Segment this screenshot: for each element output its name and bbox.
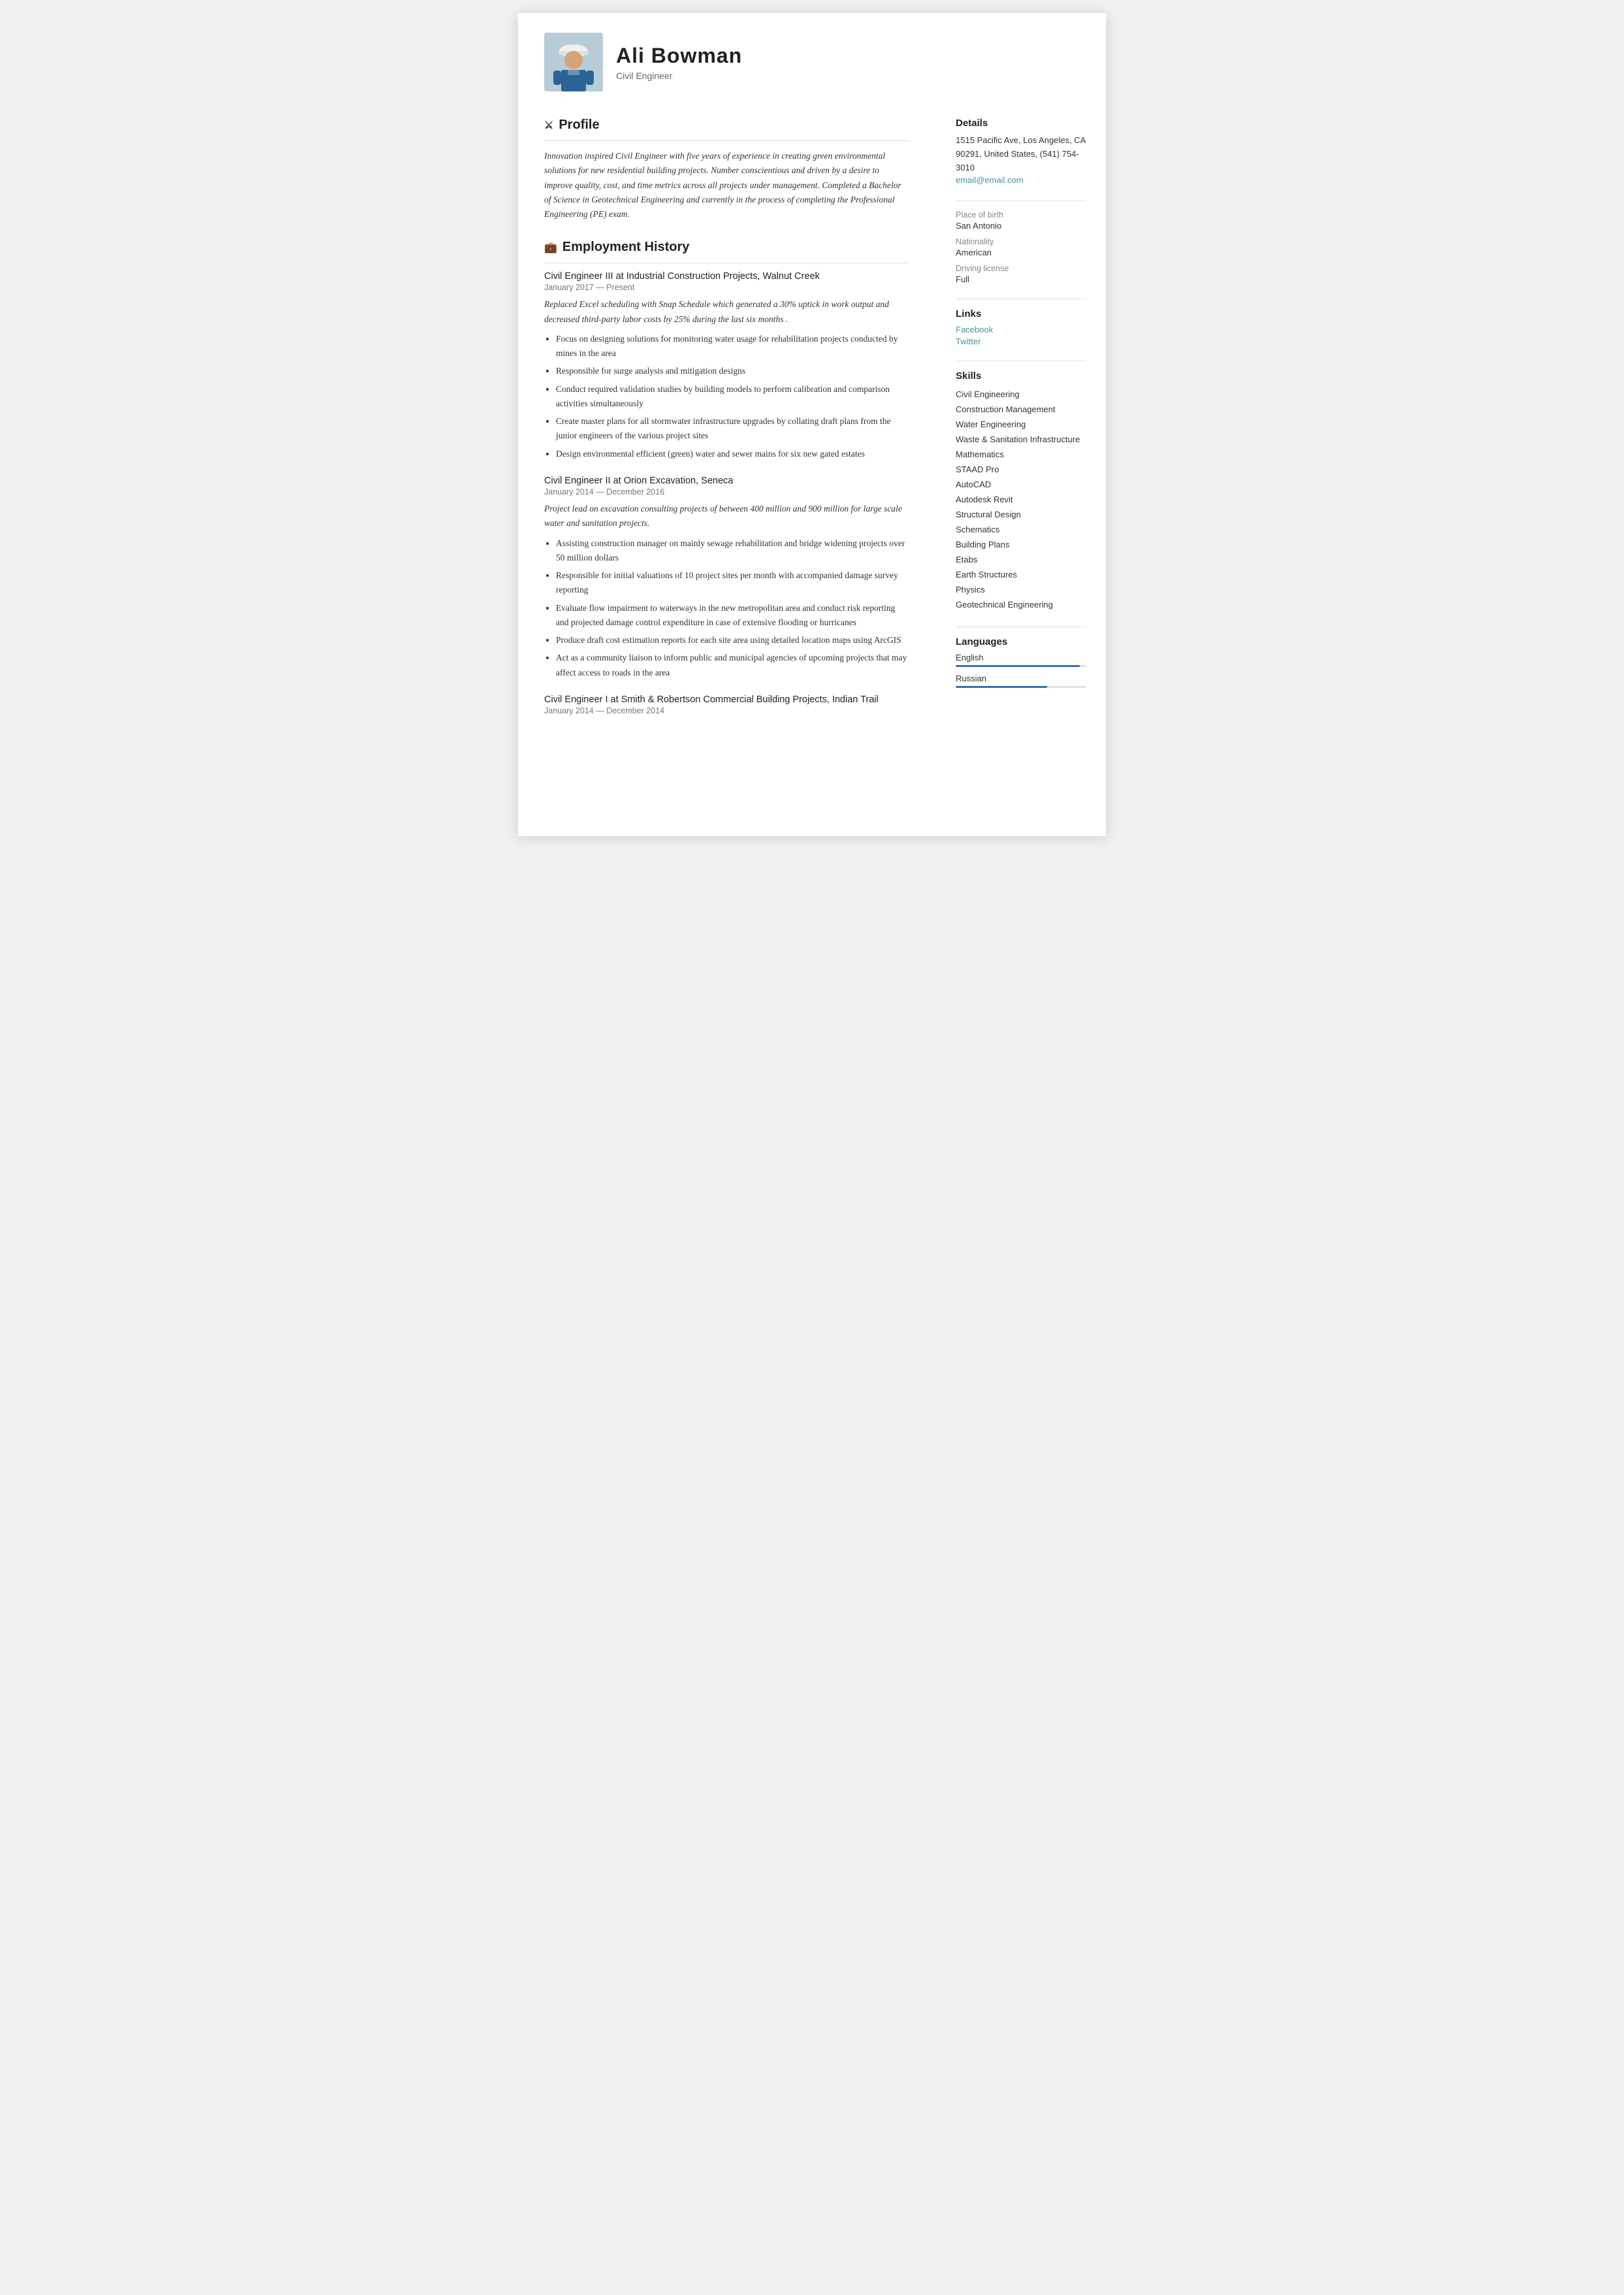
driving-label: Driving license [956, 264, 1086, 273]
links-section: Links Facebook Twitter [956, 308, 1086, 346]
list-item: Responsible for surge analysis and mitig… [556, 364, 910, 378]
list-item: Focus on designing solutions for monitor… [556, 332, 910, 361]
links-title: Links [956, 308, 1086, 319]
list-item: Evaluate flow impairment to waterways in… [556, 601, 910, 630]
resume-container: Ali Bowman Civil Engineer ⚔ Profile Inno… [518, 13, 1106, 836]
nationality-label: Nationality [956, 237, 1086, 246]
birth-value: San Antonio [956, 221, 1086, 231]
avatar [544, 33, 603, 91]
details-section: Details 1515 Pacific Ave, Los Angeles, C… [956, 118, 1086, 186]
birth-label: Place of birth [956, 210, 1086, 220]
list-item: Responsible for initial valuations of 10… [556, 568, 910, 598]
job-3-dates: January 2014 — December 2014 [544, 706, 910, 715]
skill-item: STAAD Pro [956, 462, 1086, 477]
job-1-dates: January 2017 — Present [544, 283, 910, 292]
languages-section: Languages English Russian [956, 636, 1086, 688]
job-2: Civil Engineer II at Orion Excavation, S… [544, 476, 910, 680]
skill-item: Building Plans [956, 537, 1086, 552]
details-address: 1515 Pacific Ave, Los Angeles, CA 90291,… [956, 134, 1086, 174]
twitter-link[interactable]: Twitter [956, 336, 1086, 346]
skill-item: Etabs [956, 552, 1086, 567]
skill-item: Physics [956, 582, 1086, 597]
candidate-title: Civil Engineer [616, 71, 742, 81]
job-1-title: Civil Engineer III at Industrial Constru… [544, 271, 910, 282]
job-1: Civil Engineer III at Industrial Constru… [544, 271, 910, 461]
job-2-desc: Project lead on excavation consulting pr… [544, 502, 910, 531]
language-russian-name: Russian [956, 674, 1086, 683]
language-russian-bar [956, 686, 1086, 688]
profile-title: ⚔ Profile [544, 118, 910, 133]
left-column: ⚔ Profile Innovation inspired Civil Engi… [518, 105, 936, 836]
skill-item: Construction Management [956, 402, 1086, 417]
list-item: Produce draft cost estimation reports fo… [556, 633, 910, 647]
candidate-name: Ali Bowman [616, 44, 742, 68]
skill-item: Water Engineering [956, 417, 1086, 432]
skill-item: Mathematics [956, 447, 1086, 462]
skill-item: Autodesk Revit [956, 492, 1086, 507]
employment-section: 💼 Employment History Civil Engineer III … [544, 240, 910, 715]
list-item: Assisting construction manager on mainly… [556, 536, 910, 566]
employment-icon: 💼 [544, 241, 557, 254]
skill-item: Schematics [956, 522, 1086, 537]
skills-title: Skills [956, 370, 1086, 382]
driving-value: Full [956, 274, 1086, 284]
main-content: ⚔ Profile Innovation inspired Civil Engi… [518, 105, 1106, 836]
header: Ali Bowman Civil Engineer [518, 13, 1106, 105]
job-1-bullets: Focus on designing solutions for monitor… [544, 332, 910, 461]
job-2-dates: January 2014 — December 2016 [544, 487, 910, 496]
employment-title: 💼 Employment History [544, 240, 910, 255]
skill-item: Structural Design [956, 507, 1086, 522]
profile-divider [544, 140, 910, 141]
job-1-desc: Replaced Excel scheduling with Snap Sche… [544, 297, 910, 327]
profile-text: Innovation inspired Civil Engineer with … [544, 149, 910, 221]
language-english-bar [956, 665, 1086, 667]
job-3-title: Civil Engineer I at Smith & Robertson Co… [544, 694, 910, 705]
skill-item: Civil Engineering [956, 387, 1086, 402]
details-title: Details [956, 118, 1086, 129]
job-2-bullets: Assisting construction manager on mainly… [544, 536, 910, 680]
skill-item: Waste & Sanitation Infrastructure [956, 432, 1086, 447]
job-2-title: Civil Engineer II at Orion Excavation, S… [544, 476, 910, 486]
profile-section: ⚔ Profile Innovation inspired Civil Engi… [544, 118, 910, 221]
facebook-link[interactable]: Facebook [956, 325, 1086, 334]
language-russian-fill [956, 686, 1047, 688]
skill-item: AutoCAD [956, 477, 1086, 492]
list-item: Create master plans for all stormwater i… [556, 414, 910, 444]
right-column: Details 1515 Pacific Ave, Los Angeles, C… [936, 105, 1106, 836]
skills-section: Skills Civil Engineering Construction Ma… [956, 370, 1086, 612]
nationality-value: American [956, 248, 1086, 257]
language-english: English [956, 653, 1086, 667]
list-item: Act as a community liaison to inform pub… [556, 651, 910, 680]
list-item: Conduct required validation studies by b… [556, 382, 910, 412]
job-3: Civil Engineer I at Smith & Robertson Co… [544, 694, 910, 715]
skill-item: Geotechnical Engineering [956, 597, 1086, 612]
header-info: Ali Bowman Civil Engineer [616, 44, 742, 81]
birth-section: Place of birth San Antonio Nationality A… [956, 210, 1086, 284]
list-item: Design environmental efficient (green) w… [556, 447, 910, 461]
skill-item: Earth Structures [956, 567, 1086, 582]
profile-icon: ⚔ [544, 119, 553, 132]
language-english-name: English [956, 653, 1086, 662]
details-email[interactable]: email@email.com [956, 175, 1024, 185]
language-russian: Russian [956, 674, 1086, 688]
language-english-fill [956, 665, 1080, 667]
languages-title: Languages [956, 636, 1086, 647]
